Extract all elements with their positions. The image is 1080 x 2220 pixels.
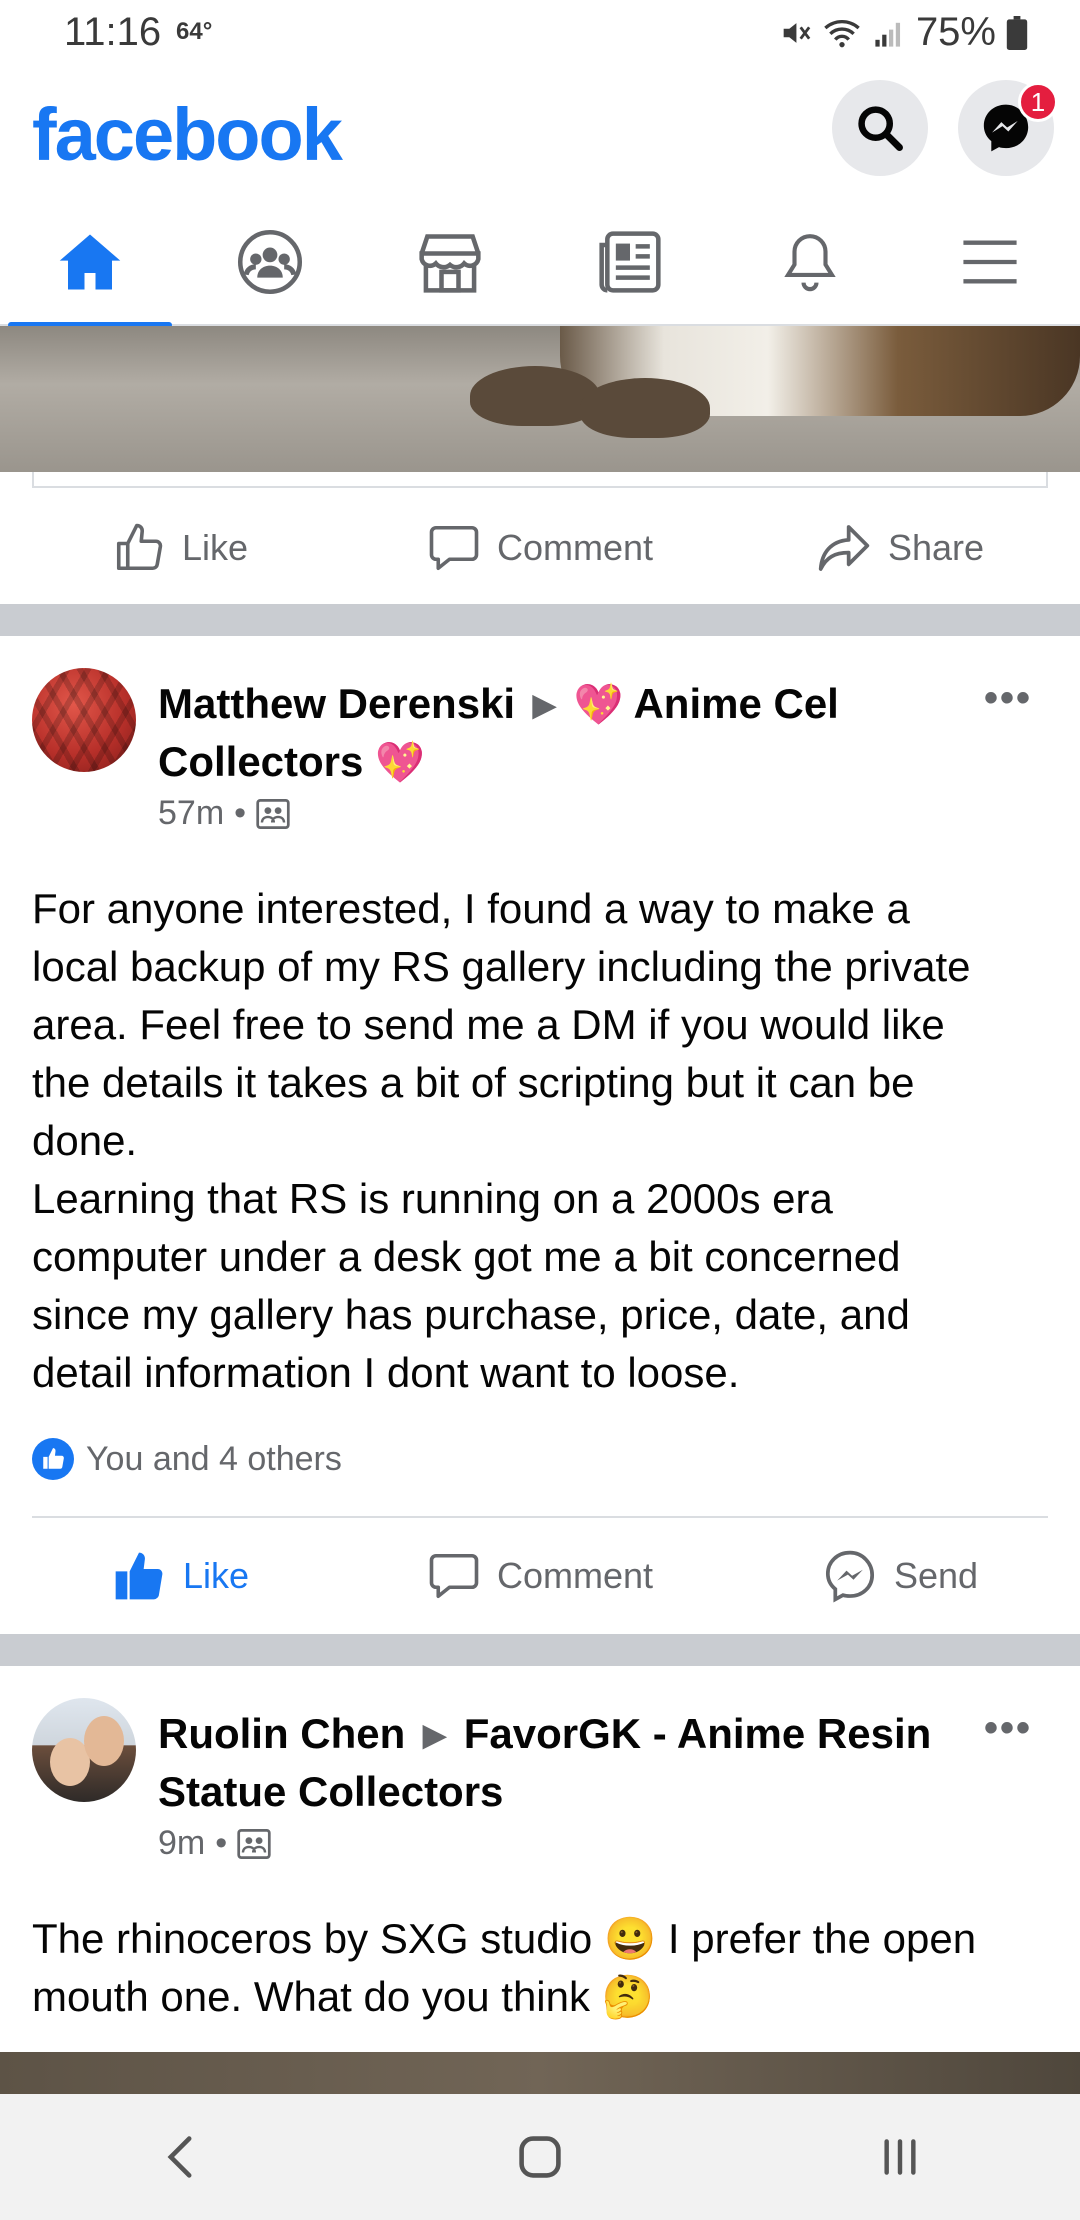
group-audience-icon <box>256 798 290 829</box>
messenger-button[interactable]: 1 <box>958 80 1058 176</box>
reactions-summary[interactable]: You and 4 others <box>32 1438 342 1480</box>
reactions-text: You and 4 others <box>86 1439 342 1478</box>
post-body: The rhinoceros by SXG studio 😀 I prefer … <box>32 1915 977 2020</box>
post-options-button[interactable]: ••• <box>984 676 1032 721</box>
like-button[interactable]: Like <box>0 500 360 596</box>
avatar[interactable] <box>32 668 136 772</box>
post-actions: Like Comment Send <box>0 1528 1080 1624</box>
search-icon <box>858 106 903 151</box>
home-circle-icon <box>519 2136 561 2178</box>
bell-icon <box>784 234 836 292</box>
author-name[interactable]: Matthew Derenski <box>158 680 515 727</box>
arrow-right-icon: ▶ <box>532 689 556 722</box>
send-label: Send <box>893 1555 979 1596</box>
post-header: Ruolin Chen ▶ FavorGK - Anime Resin Stat… <box>158 1706 958 1820</box>
comment-icon <box>429 1553 479 1599</box>
tab-groups[interactable] <box>180 198 360 326</box>
previous-post-actions: Like Comment Share <box>0 500 1080 596</box>
share-icon <box>818 525 870 571</box>
post-meta: 9m • <box>158 1824 271 1863</box>
comment-button[interactable]: Comment <box>360 500 720 596</box>
actions-divider <box>32 1516 1048 1518</box>
status-icons: 75% <box>778 10 1028 55</box>
post-time[interactable]: 9m <box>158 1824 205 1863</box>
tab-home[interactable] <box>0 198 180 328</box>
search-button[interactable] <box>832 80 928 176</box>
recents-button[interactable] <box>840 2117 960 2197</box>
share-button[interactable]: Share <box>720 500 1080 596</box>
wifi-icon <box>824 19 860 47</box>
messenger-badge: 1 <box>1018 82 1058 122</box>
tab-menu[interactable] <box>900 198 1080 326</box>
send-button[interactable]: Send <box>720 1528 1080 1624</box>
comment-button[interactable]: Comment <box>360 1528 720 1624</box>
status-temperature: 64° <box>176 18 213 45</box>
hamburger-menu-icon <box>963 240 1017 284</box>
home-button[interactable] <box>480 2117 600 2197</box>
system-nav-bar <box>0 2094 1080 2220</box>
signal-icon <box>875 22 900 47</box>
like-label: Like <box>182 1555 250 1596</box>
link-preview-frame <box>32 472 1048 488</box>
home-icon <box>59 234 121 290</box>
post-header: Matthew Derenski ▶ 💖 Anime Cel Collector… <box>158 676 958 791</box>
like-button[interactable]: Like <box>0 1528 360 1624</box>
sparkling-heart-icon: 💖 <box>573 683 624 727</box>
news-icon <box>599 231 661 293</box>
groups-icon <box>237 229 303 295</box>
mute-icon <box>783 22 811 43</box>
post-options-button[interactable]: ••• <box>984 1706 1032 1751</box>
post-body: For anyone interested, I found a way to … <box>32 885 971 1396</box>
post-photo[interactable] <box>0 2052 1080 2094</box>
battery-icon <box>1006 15 1028 50</box>
tab-notifications[interactable] <box>720 198 900 326</box>
status-time: 11:16 <box>64 10 162 54</box>
feed-separator <box>0 604 1080 636</box>
tab-news[interactable] <box>540 198 720 326</box>
like-label: Like <box>181 527 249 568</box>
recents-icon <box>884 2139 916 2175</box>
sparkling-heart-icon: 💖 <box>375 741 425 785</box>
group-audience-icon <box>237 1828 271 1859</box>
comment-icon <box>429 525 479 571</box>
messenger-send-icon <box>825 1550 874 1603</box>
tab-marketplace[interactable] <box>360 198 540 326</box>
comment-label: Comment <box>496 527 654 568</box>
previous-post-photo[interactable] <box>0 326 1080 472</box>
thumbs-up-filled-icon <box>115 1552 163 1600</box>
feed-separator <box>0 1634 1080 1666</box>
thumbs-up-outline-icon <box>116 523 163 571</box>
back-button[interactable] <box>120 2117 240 2197</box>
status-bar: 11:16 64° 75% <box>0 0 1080 66</box>
facebook-logo[interactable]: facebook <box>32 92 343 177</box>
avatar[interactable] <box>32 1698 136 1802</box>
like-reaction-icon <box>32 1438 74 1480</box>
tab-bar <box>0 198 1080 328</box>
app-header: facebook 1 <box>0 66 1080 198</box>
share-label: Share <box>887 527 985 568</box>
back-icon <box>167 2136 192 2178</box>
post-time[interactable]: 57m <box>158 794 224 833</box>
comment-label: Comment <box>496 1555 654 1596</box>
battery-percent: 75% <box>915 10 996 54</box>
post-meta: 57m • <box>158 794 290 833</box>
author-name[interactable]: Ruolin Chen <box>158 1710 405 1757</box>
arrow-right-icon: ▶ <box>422 1719 447 1752</box>
marketplace-icon <box>419 234 481 293</box>
